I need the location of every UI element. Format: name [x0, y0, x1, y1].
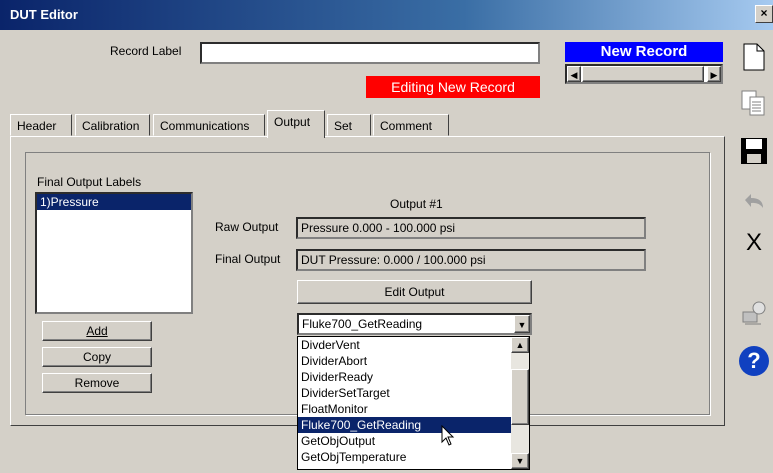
run-icon[interactable] — [737, 296, 771, 330]
dropdown-scrollbar[interactable]: ▲ ▼ — [511, 337, 529, 469]
tab-header[interactable]: Header — [10, 114, 72, 136]
dropdown-option[interactable]: GetObjTemperature — [298, 449, 511, 465]
help-icon[interactable]: ? — [737, 344, 771, 378]
save-icon[interactable] — [737, 134, 771, 168]
final-output-label: Final Output — [215, 252, 281, 266]
new-record-badge: New Record — [565, 42, 723, 62]
scroll-down-icon[interactable]: ▼ — [511, 453, 529, 469]
tab-output[interactable]: Output — [267, 110, 325, 138]
raw-output-field: Pressure 0.000 - 100.000 psi — [296, 217, 646, 239]
dropdown-scroll-thumb[interactable] — [511, 369, 529, 425]
undo-icon[interactable] — [737, 184, 771, 218]
function-select-value: Fluke700_GetReading — [302, 317, 423, 331]
dropdown-option[interactable]: DividerAbort — [298, 353, 511, 369]
record-scrollbar[interactable]: ◀ ▶ — [565, 64, 723, 84]
final-output-field: DUT Pressure: 0.000 / 100.000 psi — [296, 249, 646, 271]
close-icon[interactable]: × — [755, 5, 773, 23]
edit-output-button[interactable]: Edit Output — [297, 280, 532, 304]
dropdown-option[interactable]: DividerSetTarget — [298, 385, 511, 401]
delete-icon[interactable]: X — [737, 226, 771, 260]
dropdown-option[interactable]: FloatMonitor — [298, 401, 511, 417]
tab-comment[interactable]: Comment — [373, 114, 449, 136]
output-title: Output #1 — [390, 197, 443, 211]
title-bar: DUT Editor × — [0, 0, 773, 30]
dropdown-option[interactable]: GetObjOutput — [298, 433, 511, 449]
tab-set[interactable]: Set — [327, 114, 371, 136]
copy-icon[interactable] — [737, 86, 771, 120]
dropdown-options: DivderVent DividerAbort DividerReady Divide… — [298, 337, 511, 465]
dropdown-option[interactable]: DivderVent — [298, 337, 511, 353]
status-badge: Editing New Record — [366, 76, 540, 98]
remove-button[interactable]: Remove — [42, 373, 152, 393]
copy-button[interactable]: Copy — [42, 347, 152, 367]
record-label-caption: Record Label — [110, 44, 182, 58]
function-dropdown-list[interactable]: DivderVent DividerAbort DividerReady Divide… — [297, 336, 530, 470]
tab-communications[interactable]: Communications — [153, 114, 265, 136]
scrollbar-thumb[interactable] — [582, 66, 704, 82]
add-label: Add — [86, 324, 108, 338]
tab-calibration[interactable]: Calibration — [75, 114, 150, 136]
record-label-input[interactable] — [200, 42, 540, 64]
add-button[interactable]: Add — [42, 321, 152, 341]
scroll-up-icon[interactable]: ▲ — [511, 337, 529, 353]
raw-output-label: Raw Output — [215, 220, 279, 234]
scroll-right-icon[interactable]: ▶ — [707, 66, 721, 82]
final-labels-list[interactable]: 1)Pressure — [35, 192, 193, 314]
help-glyph: ? — [739, 346, 769, 376]
new-document-icon[interactable] — [737, 40, 771, 74]
dropdown-option[interactable]: DividerReady — [298, 369, 511, 385]
list-item[interactable]: 1)Pressure — [37, 194, 191, 210]
window-title: DUT Editor — [10, 7, 78, 22]
function-select[interactable]: Fluke700_GetReading ▼ — [297, 313, 532, 335]
final-labels-caption: Final Output Labels — [37, 175, 142, 189]
chevron-down-icon[interactable]: ▼ — [514, 315, 530, 333]
edit-output-label: Edit Output — [384, 285, 445, 299]
scroll-left-icon[interactable]: ◀ — [567, 66, 581, 82]
mouse-cursor-icon — [441, 425, 455, 446]
dropdown-option[interactable]: Fluke700_GetReading — [298, 417, 511, 433]
